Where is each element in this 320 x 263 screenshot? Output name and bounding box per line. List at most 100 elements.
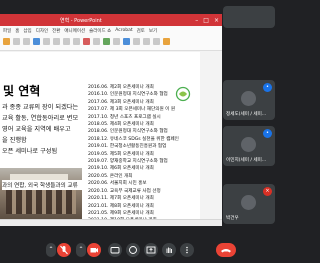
quick-styles-icon[interactable] [123,38,130,45]
slide-canvas: 및 연혁 과 종종 교류의 장이 되겠다는 다짐 교육 활동, 연합동아리로 변… [0,52,200,224]
tab-review[interactable]: 검토 [137,28,145,34]
slide-text-line: 오픈 세미나로 구성됨 [2,148,58,155]
slide-caption: 과의 연합, 외국 학생들과의 교류 [2,180,82,190]
meeting-controls: ⌃ ⌃ [0,240,276,260]
tab-view[interactable]: 보기 [149,28,157,34]
minimize-icon[interactable]: – [195,17,198,24]
emoji-button[interactable] [126,243,140,257]
ribbon-tabs: 파일 홈 삽입 디자인 전환 애니메이션 슬라이드 쇼 Acrobat 검토 보… [0,26,222,36]
timeline-row: 2019.07. 양재중학교 지식연구소와 협업 [88,159,168,165]
slide-text-line: 과 종종 교류의 장이 되겠다는 다짐 [2,104,80,111]
mic-button[interactable] [57,243,71,257]
participant-name: 박건우 [226,216,239,221]
more-vert-icon [186,246,188,254]
window-title: 연혁 - PowerPoint [60,17,102,24]
ribbon-toolbar [0,36,222,47]
mic-off-icon [60,245,68,255]
hand-icon [166,247,172,253]
timeline-row: 2020.10. 교육부 국제교류 사업 선정 [88,188,161,194]
organization-logo-icon [175,86,191,102]
participant-name: 정세도(세미 / 세미... [226,112,267,117]
tab-design[interactable]: 디자인 [36,28,48,34]
font-color-icon[interactable] [83,38,90,45]
participant-tile[interactable]: • 이민지(세미 / 세미... [223,126,275,166]
window-controls: – □ × [195,17,222,24]
slide-timeline: 2016.06. 제2회 오픈세미나 개최 2016.10. 인문원정대 지식연구… [88,84,200,224]
cut-icon[interactable] [13,38,20,45]
screen-share-area: 연혁 - PowerPoint – □ × 파일 홈 삽입 디자인 전환 애니메… [0,0,222,240]
tab-acrobat[interactable]: Acrobat [115,28,132,34]
tab-transitions[interactable]: 전환 [52,28,60,34]
timeline-row: 2020.06. 서울지회 시민 홍보 [88,181,147,187]
slide-group-photo [0,168,82,224]
self-view-tile[interactable] [223,6,275,28]
tab-file[interactable]: 파일 [3,28,11,34]
camera-off-icon [90,248,98,253]
timeline-row: 2019.10. 제6회 오픈세미나 개최 [88,166,154,172]
paste-icon[interactable] [3,38,10,45]
bold-icon[interactable] [53,38,60,45]
layout-icon[interactable] [43,38,50,45]
timeline-row: 2018.06. 인문원정대 지식연구소와 협업 [88,129,168,135]
new-slide-icon[interactable] [33,38,40,45]
more-options-button[interactable] [180,243,194,257]
avatar [241,91,256,106]
participant-tile[interactable]: × 박건우 [223,184,275,224]
shapes-icon[interactable] [103,38,110,45]
avatar [241,137,256,152]
powerpoint-titlebar: 연혁 - PowerPoint – □ × [0,14,222,26]
participant-tiles: • 정세도(세미 / 세미... • 이민지(세미 / 세미... × 박건우 [222,0,276,240]
mic-active-icon: • [263,129,272,138]
italic-icon[interactable] [63,38,70,45]
tab-animations[interactable]: 애니메이션 [64,28,85,34]
powerpoint-window: 연혁 - PowerPoint – □ × 파일 홈 삽입 디자인 전환 애니메… [0,14,222,226]
select-icon[interactable] [153,38,160,45]
align-icon[interactable] [93,38,100,45]
mic-options-button[interactable]: ⌃ [46,243,56,257]
slide-text-line: 영어 교육을 지역에 배우고 [2,126,71,133]
timeline-row: 2021.05. 제9회 오픈세미나 개최 [88,210,154,216]
timeline-row: 2020.11. 제7회 오픈세미나 개최 [88,196,154,202]
captions-icon [110,247,120,254]
powerpoint-statusbar [0,219,222,226]
designer-icon[interactable] [163,38,170,45]
find-icon[interactable] [133,38,140,45]
participant-tile[interactable]: • 정세도(세미 / 세미... [223,80,275,120]
hang-up-icon [221,249,231,253]
slide-left-text: 과 종종 교류의 장이 되겠다는 다짐 교육 활동, 연합동아리로 변모 영어 … [2,102,80,157]
tab-home[interactable]: 홈 [15,28,19,34]
leave-call-button[interactable] [216,243,236,257]
arrange-icon[interactable] [113,38,120,45]
timeline-row: 2020.05. 온라인 개최 [88,173,133,179]
present-screen-icon [146,246,156,254]
timeline-row: 2017.07. 제 3회 오픈세미나 재단의원 이 원 [88,107,176,113]
avatar [241,195,256,210]
camera-options-button[interactable]: ⌃ [76,243,86,257]
slide-title: 및 연혁 [3,84,41,98]
timeline-row: 2019.01. 한국청소년활동진흥원과 협업 [88,144,167,150]
timeline-row: 2019.05. 제5회 오픈세미나 개최 [88,151,154,157]
maximize-icon[interactable]: □ [203,17,209,24]
underline-icon[interactable] [73,38,80,45]
mic-muted-icon: × [263,187,272,196]
replace-icon[interactable] [143,38,150,45]
timeline-row: 2018.12. 유네스코 SDGs 실천을 위한 캠페인 [88,136,179,142]
timeline-row: 2017.10. 청년 스포츠 프로그램 실시 [88,114,161,120]
tab-slideshow[interactable]: 슬라이드 쇼 [89,28,111,34]
slide-text-line: 을 진행함 [2,137,27,144]
tab-insert[interactable]: 삽입 [23,28,31,34]
slide-text-line: 교육 활동, 연합동아리로 변모 [2,115,79,122]
ribbon: 파일 홈 삽입 디자인 전환 애니메이션 슬라이드 쇼 Acrobat 검토 보… [0,26,222,51]
emoji-icon [129,246,137,254]
present-button[interactable] [144,243,158,257]
timeline-row: 2018.05. 제4회 오픈세미나 개최 [88,122,154,128]
participant-name: 이민지(세미 / 세미... [226,158,267,163]
camera-button[interactable] [87,243,101,257]
timeline-row: 2021.01. 제8회 오픈세미나 개최 [88,203,154,209]
copy-icon[interactable] [23,38,30,45]
captions-button[interactable] [108,243,122,257]
mic-active-icon: • [263,83,272,92]
close-icon[interactable]: × [214,17,219,24]
photo-people [6,188,76,214]
raise-hand-button[interactable] [162,243,176,257]
